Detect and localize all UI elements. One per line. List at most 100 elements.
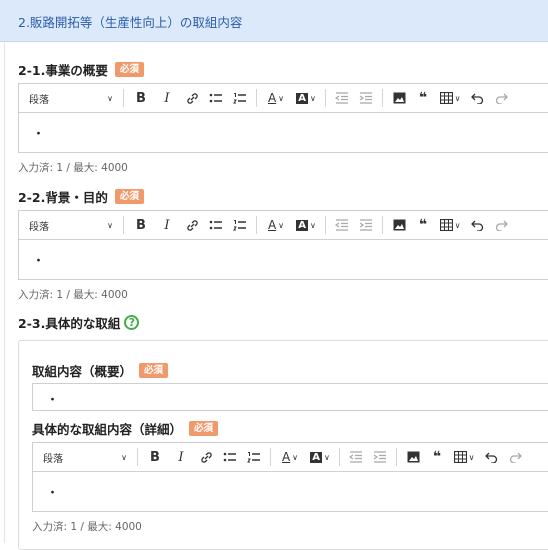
italic-icon[interactable]: I (168, 446, 194, 468)
chevron-down-icon: ∨ (107, 220, 113, 230)
toolbar-divider (382, 216, 383, 234)
blockquote-icon[interactable]: ❝ (411, 87, 435, 109)
chevron-down-icon: ∨ (107, 93, 113, 103)
paragraph-select-label: 段落 (29, 94, 49, 106)
toolbar-divider (123, 89, 124, 107)
help-icon[interactable]: ? (124, 315, 140, 330)
numbered-list-icon[interactable] (228, 87, 252, 109)
rich-text-editor-detail[interactable]: 段落 ∨ B I A ∨ A ∨ ❝ ∨ ・ (32, 442, 548, 512)
image-icon[interactable] (401, 446, 425, 468)
undo-icon[interactable] (465, 214, 489, 236)
highlight-icon[interactable]: A ∨ (291, 87, 321, 109)
toolbar-divider (137, 448, 138, 466)
toolbar-divider (256, 216, 257, 234)
section-border (4, 42, 5, 543)
blockquote-icon[interactable]: ❝ (411, 214, 435, 236)
bold-icon[interactable]: B (128, 214, 154, 236)
editor-text: ・ (32, 254, 46, 269)
indent-icon[interactable] (354, 87, 378, 109)
field-label-specific-actions: 2-3.具体的な取組 ? (18, 313, 140, 332)
field-label-text: 2-2.背景・目的 (18, 190, 108, 205)
link-icon[interactable] (194, 446, 218, 468)
chevron-down-icon: ∨ (309, 93, 316, 103)
font-color-icon[interactable]: A ∨ (275, 446, 305, 468)
toolbar-divider (325, 89, 326, 107)
required-badge: 必須 (114, 62, 144, 77)
toolbar-divider (270, 448, 271, 466)
rich-text-editor-overview[interactable]: 段落 ∨ B I A ∨ A ∨ ❝ ∨ ・ (18, 83, 548, 153)
bold-icon[interactable]: B (128, 87, 154, 109)
link-icon[interactable] (180, 87, 204, 109)
indent-icon[interactable] (354, 214, 378, 236)
chevron-down-icon: ∨ (278, 220, 285, 230)
editor-content[interactable]: ・ (33, 472, 548, 511)
link-icon[interactable] (180, 214, 204, 236)
chevron-down-icon: ∨ (468, 452, 475, 462)
paragraph-select[interactable]: 段落 ∨ (19, 87, 119, 109)
undo-icon[interactable] (479, 446, 503, 468)
paragraph-select[interactable]: 段落 ∨ (33, 446, 133, 468)
char-counter: 入力済: 1 / 最大: 4000 (18, 162, 128, 174)
editor-text: ・ (46, 486, 60, 501)
redo-icon[interactable] (489, 87, 513, 109)
highlight-icon[interactable]: A ∨ (305, 446, 335, 468)
numbered-list-icon[interactable] (228, 214, 252, 236)
table-icon[interactable]: ∨ (435, 214, 465, 236)
required-badge: 必須 (139, 363, 169, 378)
field-label-text: 2-3.具体的な取組 (18, 316, 121, 331)
editor-toolbar: 段落 ∨ B I A ∨ A ∨ ❝ ∨ (19, 84, 548, 113)
outdent-icon[interactable] (344, 446, 368, 468)
italic-icon[interactable]: I (154, 87, 180, 109)
summary-input[interactable]: ・ (32, 383, 548, 411)
field-label-detail: 具体的な取組内容（詳細） 必須 (32, 419, 219, 438)
char-counter: 入力済: 1 / 最大: 4000 (18, 289, 128, 301)
toolbar-divider (382, 89, 383, 107)
font-color-icon[interactable]: A ∨ (261, 87, 291, 109)
chevron-down-icon: ∨ (121, 452, 127, 462)
font-color-icon[interactable]: A ∨ (261, 214, 291, 236)
bulleted-list-icon[interactable] (204, 214, 228, 236)
outdent-icon[interactable] (330, 87, 354, 109)
redo-icon[interactable] (503, 446, 527, 468)
chevron-down-icon: ∨ (292, 452, 299, 462)
bulleted-list-icon[interactable] (204, 87, 228, 109)
chevron-down-icon: ∨ (454, 220, 461, 230)
redo-icon[interactable] (489, 214, 513, 236)
field-label-text: 具体的な取組内容（詳細） (32, 422, 183, 437)
toolbar-divider (256, 89, 257, 107)
chevron-down-icon: ∨ (323, 452, 330, 462)
highlight-icon[interactable]: A ∨ (291, 214, 321, 236)
editor-content[interactable]: ・ (19, 240, 548, 279)
paragraph-select[interactable]: 段落 ∨ (19, 214, 119, 236)
summary-input-value: ・ (46, 393, 60, 408)
section-header: 2.販路開拓等（生産性向上）の取組内容 (0, 0, 548, 42)
blockquote-icon[interactable]: ❝ (425, 446, 449, 468)
rich-text-editor-background[interactable]: 段落 ∨ B I A ∨ A ∨ ❝ ∨ ・ (18, 210, 548, 280)
table-icon[interactable]: ∨ (435, 87, 465, 109)
toolbar-divider (396, 448, 397, 466)
undo-icon[interactable] (465, 87, 489, 109)
image-icon[interactable] (387, 87, 411, 109)
field-label-text: 取組内容（概要） (32, 364, 133, 379)
toolbar-divider (123, 216, 124, 234)
char-counter: 入力済: 1 / 最大: 4000 (32, 521, 142, 533)
required-badge: 必須 (189, 421, 219, 436)
editor-toolbar: 段落 ∨ B I A ∨ A ∨ ❝ ∨ (19, 211, 548, 240)
editor-text: ・ (32, 127, 46, 142)
numbered-list-icon[interactable] (242, 446, 266, 468)
table-icon[interactable]: ∨ (449, 446, 479, 468)
bulleted-list-icon[interactable] (218, 446, 242, 468)
bold-icon[interactable]: B (142, 446, 168, 468)
chevron-down-icon: ∨ (278, 93, 285, 103)
chevron-down-icon: ∨ (454, 93, 461, 103)
field-label-text: 2-1.事業の概要 (18, 63, 108, 78)
required-badge: 必須 (114, 189, 144, 204)
paragraph-select-label: 段落 (43, 453, 63, 465)
italic-icon[interactable]: I (154, 214, 180, 236)
image-icon[interactable] (387, 214, 411, 236)
outdent-icon[interactable] (330, 214, 354, 236)
indent-icon[interactable] (368, 446, 392, 468)
editor-content[interactable]: ・ (19, 113, 548, 152)
paragraph-select-label: 段落 (29, 221, 49, 233)
toolbar-divider (325, 216, 326, 234)
